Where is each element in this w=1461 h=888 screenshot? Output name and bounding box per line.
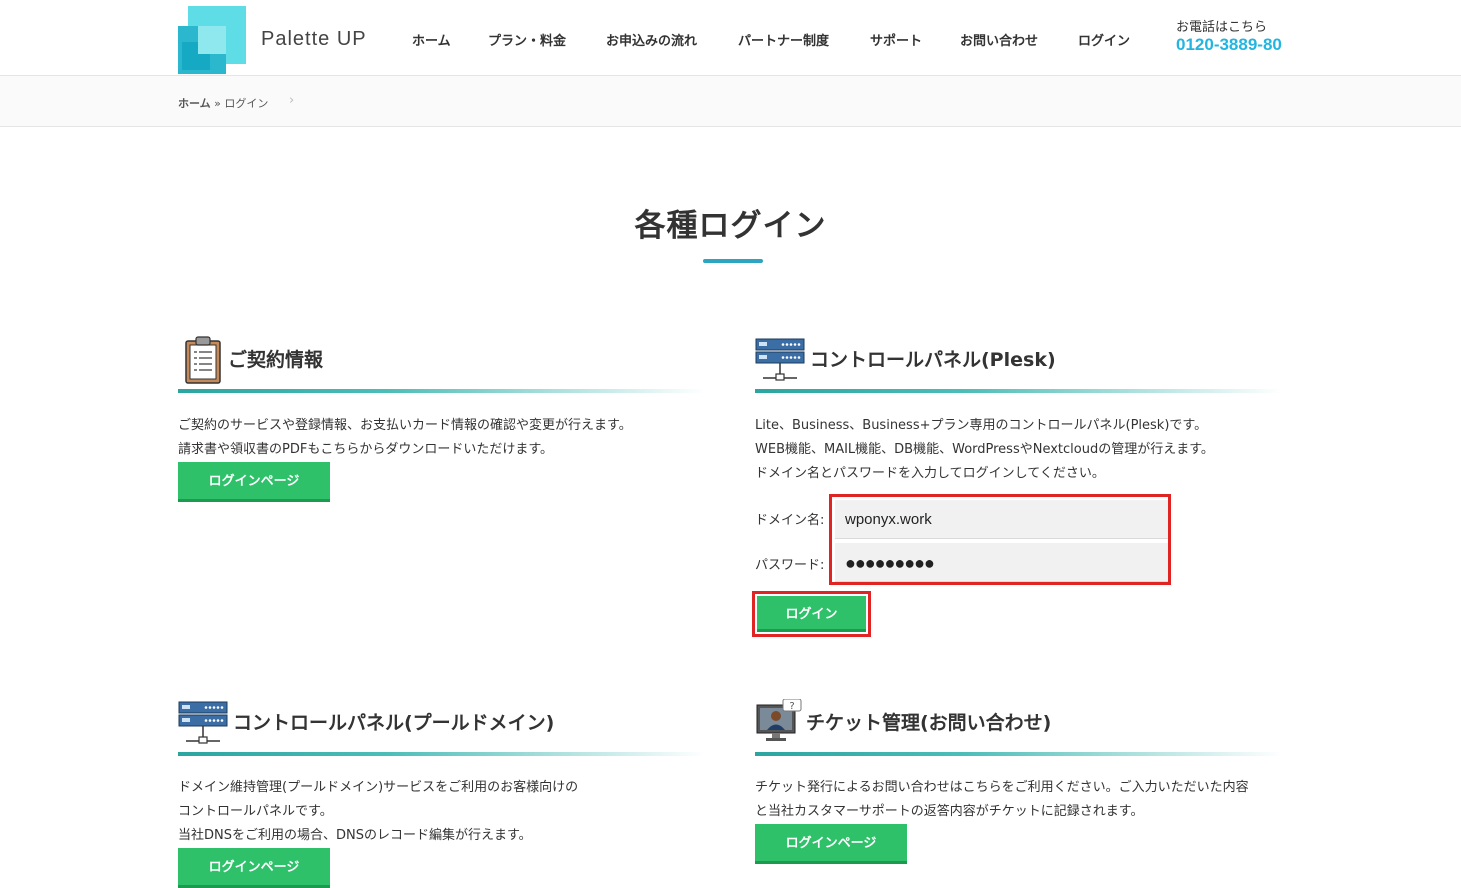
description-line: ドメイン維持管理(プールドメイン)サービスをご利用のお客様向けの	[178, 780, 579, 795]
login-button-highlight: ログイン	[752, 591, 871, 637]
login-form-highlight: ●●●●●●●●●	[829, 494, 1171, 585]
section-divider	[755, 752, 1282, 756]
clipboard-icon	[185, 336, 221, 384]
contract-login-page-button[interactable]: ログインページ	[178, 462, 330, 502]
nav-partner[interactable]: パートナー制度	[738, 30, 829, 49]
description-line: ドメイン名とパスワードを入力してログインしてください。	[755, 466, 1105, 481]
breadcrumb-bar: ホーム » ログイン ›	[0, 76, 1461, 127]
password-input[interactable]: ●●●●●●●●●	[835, 543, 1168, 582]
section-title: ご契約情報	[228, 349, 324, 371]
description-line: と当社カスタマーサポートの返答内容がチケットに記録されます。	[755, 804, 1144, 819]
description-line: チケット発行によるお問い合わせはこちらをご利用ください。ご入力いただいた内容	[755, 780, 1249, 795]
password-label: パスワード:	[755, 558, 825, 573]
breadcrumb: ホーム » ログイン ›	[178, 93, 294, 111]
section-description: ドメイン維持管理(プールドメイン)サービスをご利用のお客様向けの コントロールパ…	[178, 776, 578, 848]
svg-text:?: ?	[789, 701, 794, 712]
section-divider	[755, 389, 1282, 393]
description-line: ご契約のサービスや登録情報、お支払いカード情報の確認や変更が行えます。	[178, 418, 632, 433]
ticket-login-page-button[interactable]: ログインページ	[755, 824, 907, 864]
pool-login-page-button[interactable]: ログインページ	[178, 848, 330, 888]
breadcrumb-separator: »	[214, 97, 221, 110]
site-header: Palette UP ホーム プラン・料金 お申込みの流れ パートナー制度 サポ…	[0, 0, 1461, 76]
section-title: コントロールパネル(プールドメイン)	[233, 712, 555, 734]
phone-number[interactable]: 0120-3889-80	[1176, 35, 1282, 55]
phone-label: お電話はこちら	[1176, 20, 1268, 35]
section-divider	[178, 389, 705, 393]
section-pool-domain: コントロールパネル(プールドメイン) ドメイン維持管理(プールドメイン)サービス…	[178, 699, 705, 888]
nav-support[interactable]: サポート	[870, 30, 922, 49]
server-icon	[178, 701, 228, 744]
section-divider	[178, 752, 705, 756]
domain-input[interactable]	[835, 500, 1168, 539]
nav-home[interactable]: ホーム	[412, 30, 451, 49]
breadcrumb-current: ログイン	[224, 97, 269, 110]
section-title: コントロールパネル(Plesk)	[810, 349, 1056, 371]
section-title: チケット管理(お問い合わせ)	[806, 712, 1052, 734]
nav-flow[interactable]: お申込みの流れ	[606, 30, 697, 49]
description-line: 請求書や領収書のPDFもこちらからダウンロードいただけます。	[178, 442, 554, 457]
server-icon	[755, 338, 805, 381]
description-line: コントロールパネルです。	[178, 804, 333, 819]
section-description: Lite、Business、Business+プラン専用のコントロールパネル(P…	[755, 414, 1214, 486]
nav-login[interactable]: ログイン	[1078, 30, 1130, 49]
nav-plans[interactable]: プラン・料金	[488, 30, 566, 49]
section-description: チケット発行によるお問い合わせはこちらをご利用ください。ご入力いただいた内容 と…	[755, 776, 1249, 824]
description-line: WEB機能、MAIL機能、DB機能、WordPressやNextcloudの管理…	[755, 442, 1214, 457]
nav-contact[interactable]: お問い合わせ	[960, 30, 1038, 49]
page-title: 各種ログイン	[634, 208, 827, 244]
description-line: Lite、Business、Business+プラン専用のコントロールパネル(P…	[755, 418, 1208, 433]
breadcrumb-home[interactable]: ホーム	[178, 97, 211, 110]
description-line: 当社DNSをご利用の場合、DNSのレコード編集が行えます。	[178, 828, 532, 843]
support-monitor-icon: ?	[756, 699, 802, 741]
section-description: ご契約のサービスや登録情報、お支払いカード情報の確認や変更が行えます。 請求書や…	[178, 414, 632, 462]
chevron-right-icon: ›	[289, 93, 295, 108]
domain-label: ドメイン名:	[755, 513, 825, 528]
title-underline	[703, 259, 763, 263]
section-ticket: ? チケット管理(お問い合わせ) チケット発行によるお問い合わせはこちらをご利用…	[755, 699, 1282, 864]
section-contract: ご契約情報 ご契約のサービスや登録情報、お支払いカード情報の確認や変更が行えます…	[178, 336, 705, 502]
plesk-login-button[interactable]: ログイン	[757, 596, 866, 632]
section-plesk: コントロールパネル(Plesk) Lite、Business、Business+…	[755, 336, 1282, 481]
